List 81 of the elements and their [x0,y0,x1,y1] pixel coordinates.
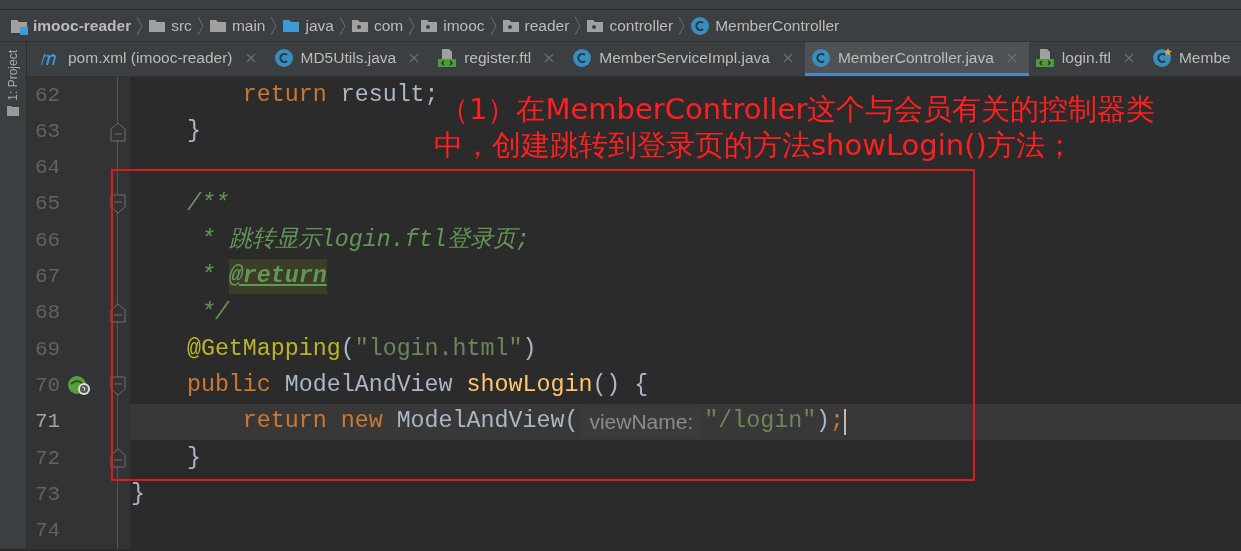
class-icon [273,47,294,68]
chevron-icon [136,15,144,36]
template-file-icon [437,47,458,68]
folder-icon [208,17,227,34]
code-token: () { [592,371,649,401]
code-token: ModelAndView [283,371,454,401]
panel-label: 1: Project [5,50,21,101]
code-token: ) [816,407,831,437]
tab-label: login.ftl [1061,47,1111,68]
chevron-icon [408,15,416,36]
code-token: } [185,443,201,473]
code-token: * [199,262,216,292]
code-token: ; [830,407,845,437]
tab-label: register.ftl [464,47,532,68]
folder-icon [148,17,167,34]
project-tool-window-button[interactable]: 1: Project [0,42,27,549]
code-token: result; [339,80,439,110]
template-file-icon [1034,47,1055,68]
breadcrumb-item[interactable]: main [231,13,266,38]
chevron-icon [196,15,204,36]
editor-tab[interactable]: MD5Utils.java [267,42,432,77]
code-token: */ [199,298,229,328]
close-icon[interactable] [1006,52,1017,63]
editor-tab[interactable]: MemberController.java [804,42,1029,77]
folder-icon [282,17,301,34]
class-icon [572,47,593,68]
chevron-icon [678,15,686,36]
code-token: } [185,117,201,147]
code-token: ( [340,334,355,364]
code-token: @return [228,259,327,295]
code-token: "login.html" [354,334,523,364]
breadcrumb-item[interactable]: controller [609,13,674,38]
code-token: @GetMapping [185,334,341,364]
chevron-icon [270,15,278,36]
editor-tab[interactable]: login.ftl [1028,42,1146,77]
annotation-text: （1）在MemberController这个与会员有关的控制器类 [440,91,1156,127]
breadcrumb-item[interactable]: MemberController [715,13,840,38]
code-token: } [131,480,145,510]
close-icon[interactable] [544,52,555,63]
editor-tab[interactable]: MemberServiceImpl.java [566,42,805,77]
tab-label: pom.xml (imooc-reader) [68,47,233,68]
breadcrumb-item[interactable]: com [373,13,404,38]
chevron-icon [574,15,582,36]
close-icon[interactable] [245,52,256,63]
breadcrumb-item[interactable]: imooc-reader [33,13,132,38]
code-token: public [185,371,271,401]
modified-class-icon [1151,47,1172,68]
editor-tab[interactable]: pom.xml (imooc-reader) [33,42,268,77]
package-folder-icon [501,17,520,34]
bean-globe-icon [67,374,93,397]
tab-label: Membe [1178,47,1231,68]
line-number: 71 [35,409,61,436]
chevron-icon [489,15,497,36]
code-token: * 跳转显示login.ftl登录页; [199,226,530,255]
package-folder-icon [420,17,439,34]
class-icon [810,47,831,68]
code-token: ModelAndView( [395,407,579,437]
code-token: ) [522,334,537,364]
close-icon[interactable] [409,52,420,63]
breadcrumb-item[interactable]: imooc [443,13,485,38]
code-token: return new [241,407,383,437]
code-token: /** [185,189,229,219]
folder-icon [7,104,19,116]
breadcrumb-item[interactable]: reader [524,13,570,38]
tab-label: MemberServiceImpl.java [599,47,770,68]
tab-label: MD5Utils.java [300,47,397,68]
breadcrumb-item[interactable]: src [171,13,192,38]
package-folder-icon [586,17,605,34]
breadcrumb-item[interactable]: java [305,13,334,38]
close-icon[interactable] [1123,52,1134,63]
editor-tab[interactable]: register.ftl [431,42,567,77]
code-token: showLogin [466,371,593,401]
package-folder-icon [350,17,369,34]
chevron-icon [338,15,346,36]
tab-label: MemberController.java [837,47,994,68]
code-token: "/login" [704,407,817,437]
annotation-text: 中，创建跳转到登录页的方法showLogin()方法； [434,127,1075,163]
close-icon[interactable] [782,52,793,63]
editor-tab[interactable]: Membe [1145,42,1241,77]
code-token: return [241,80,327,110]
class-icon [690,15,711,36]
